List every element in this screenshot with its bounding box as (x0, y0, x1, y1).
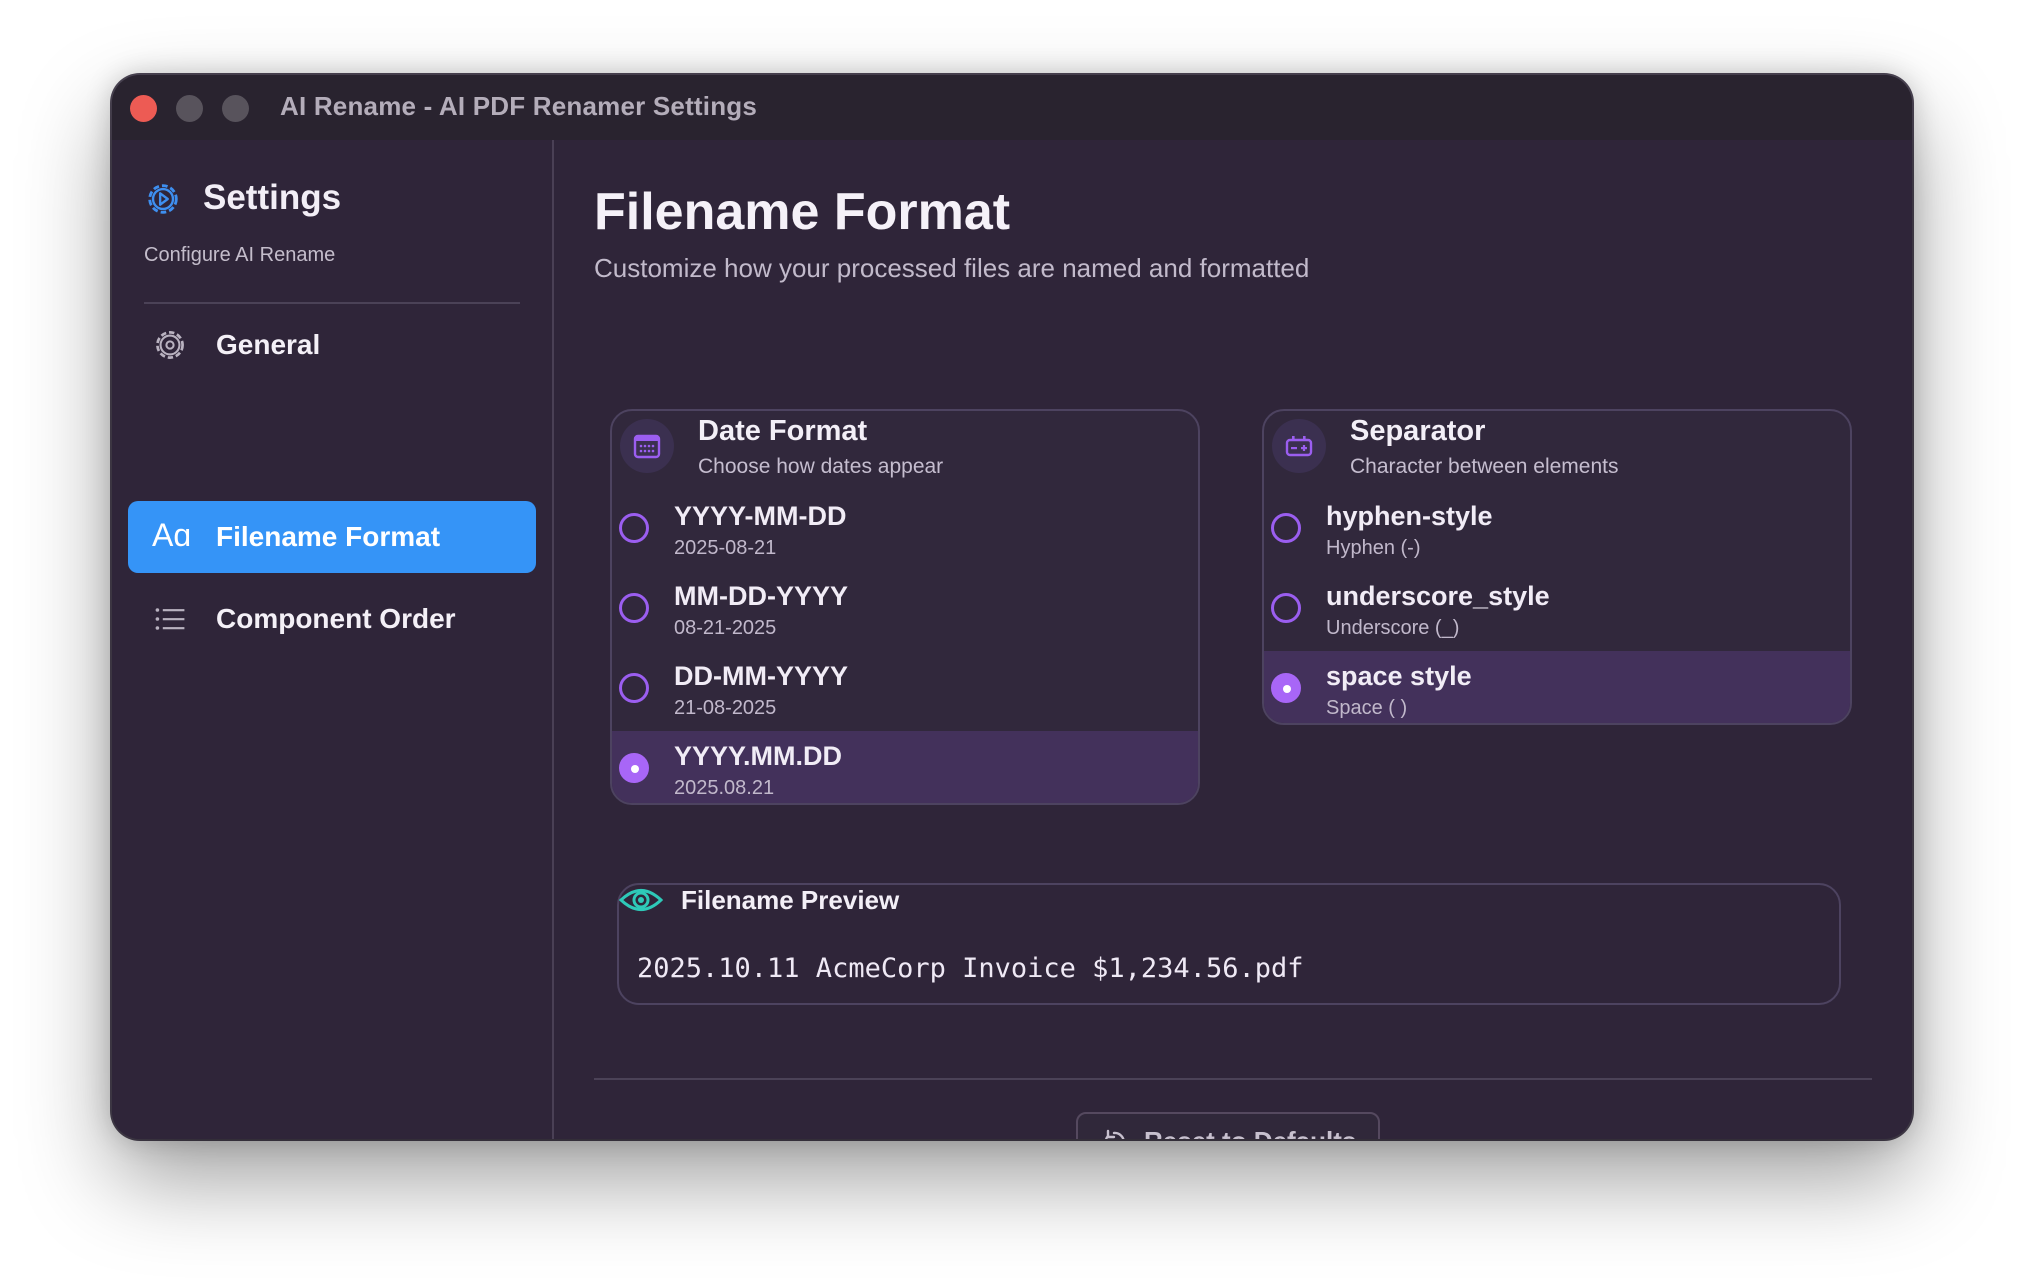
calendar-icon (620, 419, 674, 473)
sidebar-item-component-order[interactable]: Component Order (128, 583, 536, 655)
sidebar: Settings Configure AI Rename General Aɑ … (112, 140, 554, 1139)
radio-button[interactable] (619, 513, 649, 543)
sidebar-item-general[interactable]: General (128, 309, 536, 381)
option-example: Underscore (_) (1326, 617, 1460, 639)
radio-button[interactable] (619, 673, 649, 703)
main-content: Filename Format Customize how your proce… (554, 140, 1912, 1139)
card-title: Date Format (698, 415, 868, 447)
title-bar: AI Rename - AI PDF Renamer Settings (112, 75, 1912, 140)
date-format-option[interactable]: DD-MM-YYYY 21-08-2025 (612, 651, 1198, 729)
sidebar-item-filename-format[interactable]: Aɑ Filename Format (128, 501, 536, 573)
sidebar-item-label: Component Order (216, 603, 456, 634)
card-subtitle: Character between elements (1350, 455, 1619, 478)
option-example: 21-08-2025 (674, 697, 777, 719)
radio-button[interactable] (1271, 593, 1301, 623)
option-example: 08-21-2025 (674, 617, 777, 639)
page-title: Filename Format (594, 183, 1011, 241)
radio-button[interactable] (1271, 513, 1301, 543)
date-format-option-selected[interactable]: YYYY.MM.DD 2025.08.21 (612, 731, 1198, 803)
reset-icon (1105, 1129, 1125, 1139)
reset-to-defaults-button[interactable]: Reset to Defaults (1076, 1112, 1380, 1139)
radio-button-selected[interactable] (1271, 673, 1301, 703)
date-format-card: Date Format Choose how dates appear YYYY… (610, 409, 1200, 805)
window-title: AI Rename - AI PDF Renamer Settings (280, 91, 758, 121)
separator-card: Separator Character between elements hyp… (1262, 409, 1852, 725)
gear-icon (156, 331, 184, 359)
eye-icon (619, 889, 663, 911)
separator-icon (1272, 419, 1326, 473)
date-format-option[interactable]: YYYY-MM-DD 2025-08-21 (612, 491, 1198, 569)
option-example: Hyphen (-) (1326, 537, 1421, 559)
filename-preview-box: Filename Preview 2025.10.11 AcmeCorp Inv… (617, 883, 1841, 1005)
minimize-window-button[interactable] (176, 95, 203, 122)
sidebar-divider (144, 302, 520, 304)
preview-title: Filename Preview (681, 885, 900, 915)
footer-divider (594, 1078, 1872, 1080)
separator-option[interactable]: underscore_style Underscore (_) (1264, 571, 1850, 649)
option-label: underscore_style (1326, 581, 1550, 611)
separator-option-selected[interactable]: space style Space ( ) (1264, 651, 1850, 723)
list-icon (155, 608, 185, 630)
option-label: DD-MM-YYYY (674, 661, 848, 691)
option-example: 2025-08-21 (674, 537, 777, 559)
card-subtitle: Choose how dates appear (698, 455, 944, 478)
radio-button[interactable] (619, 593, 649, 623)
date-format-option[interactable]: MM-DD-YYYY 08-21-2025 (612, 571, 1198, 649)
close-window-button[interactable] (130, 95, 157, 122)
option-label: MM-DD-YYYY (674, 581, 848, 611)
page-subtitle: Customize how your processed files are n… (594, 253, 1310, 283)
reset-button-label: Reset to Defaults (1144, 1126, 1356, 1139)
option-example: Space ( ) (1326, 697, 1408, 719)
option-label: YYYY-MM-DD (674, 501, 847, 531)
sidebar-subtitle: Configure AI Rename (144, 244, 336, 266)
option-label: hyphen-style (1326, 501, 1493, 531)
card-title: Separator (1350, 415, 1486, 447)
settings-gear-icon (148, 184, 178, 214)
separator-option[interactable]: hyphen-style Hyphen (-) (1264, 491, 1850, 569)
option-label: space style (1326, 661, 1472, 691)
preview-filename: 2025.10.11 AcmeCorp Invoice $1,234.56.pd… (637, 953, 1304, 984)
zoom-window-button[interactable] (222, 95, 249, 122)
radio-button-selected[interactable] (619, 753, 649, 783)
sidebar-title: Settings (203, 178, 342, 217)
sidebar-item-label: Filename Format (216, 521, 441, 552)
option-label: YYYY.MM.DD (674, 741, 843, 771)
option-example: 2025.08.21 (674, 777, 775, 799)
text-format-icon: Aɑ (152, 517, 192, 553)
sidebar-item-label: General (216, 329, 321, 360)
settings-window: AI Rename - AI PDF Renamer Settings Sett… (112, 75, 1912, 1139)
